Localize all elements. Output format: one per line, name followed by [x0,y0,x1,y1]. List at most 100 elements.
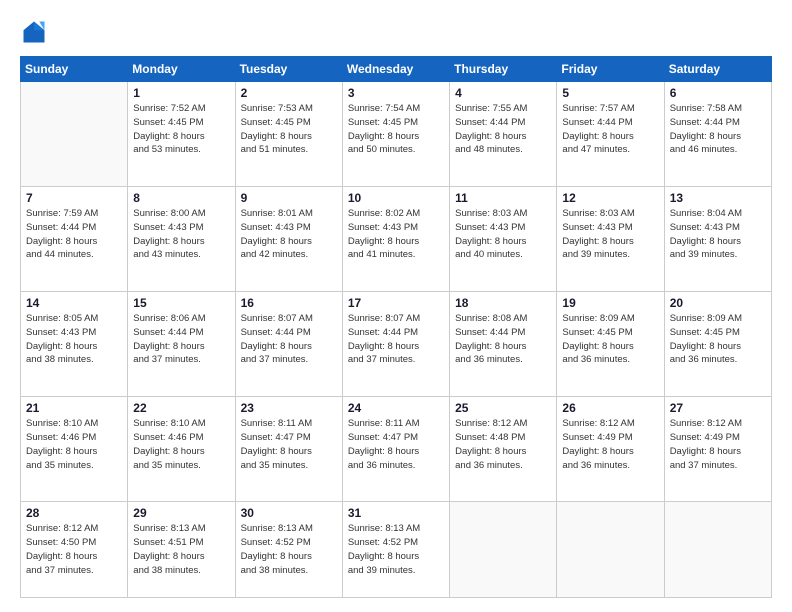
day-info: Sunrise: 8:04 AM Sunset: 4:43 PM Dayligh… [670,207,766,262]
calendar-header-row: SundayMondayTuesdayWednesdayThursdayFrid… [21,57,772,82]
day-info: Sunrise: 8:09 AM Sunset: 4:45 PM Dayligh… [670,312,766,367]
day-info: Sunrise: 8:13 AM Sunset: 4:51 PM Dayligh… [133,522,229,577]
calendar-table: SundayMondayTuesdayWednesdayThursdayFrid… [20,56,772,598]
day-number: 30 [241,506,337,520]
day-info: Sunrise: 8:06 AM Sunset: 4:44 PM Dayligh… [133,312,229,367]
day-info: Sunrise: 8:00 AM Sunset: 4:43 PM Dayligh… [133,207,229,262]
day-number: 2 [241,86,337,100]
day-number: 23 [241,401,337,415]
logo-icon [20,18,48,46]
day-info: Sunrise: 8:03 AM Sunset: 4:43 PM Dayligh… [562,207,658,262]
calendar-cell: 13 Sunrise: 8:04 AM Sunset: 4:43 PM Dayli… [664,187,771,292]
col-header-saturday: Saturday [664,57,771,82]
day-number: 29 [133,506,229,520]
day-number: 7 [26,191,122,205]
calendar-cell: 30 Sunrise: 8:13 AM Sunset: 4:52 PM Dayli… [235,502,342,598]
day-number: 24 [348,401,444,415]
day-number: 21 [26,401,122,415]
day-info: Sunrise: 7:59 AM Sunset: 4:44 PM Dayligh… [26,207,122,262]
day-number: 8 [133,191,229,205]
day-info: Sunrise: 8:05 AM Sunset: 4:43 PM Dayligh… [26,312,122,367]
day-number: 15 [133,296,229,310]
calendar-week-4: 28 Sunrise: 8:12 AM Sunset: 4:50 PM Dayli… [21,502,772,598]
col-header-friday: Friday [557,57,664,82]
calendar-cell: 9 Sunrise: 8:01 AM Sunset: 4:43 PM Daylig… [235,187,342,292]
calendar-cell: 10 Sunrise: 8:02 AM Sunset: 4:43 PM Dayli… [342,187,449,292]
day-number: 14 [26,296,122,310]
calendar-cell: 19 Sunrise: 8:09 AM Sunset: 4:45 PM Dayli… [557,292,664,397]
day-number: 17 [348,296,444,310]
calendar-cell: 14 Sunrise: 8:05 AM Sunset: 4:43 PM Dayli… [21,292,128,397]
day-info: Sunrise: 8:12 AM Sunset: 4:50 PM Dayligh… [26,522,122,577]
logo [20,18,52,46]
calendar-cell: 31 Sunrise: 8:13 AM Sunset: 4:52 PM Dayli… [342,502,449,598]
calendar-cell: 6 Sunrise: 7:58 AM Sunset: 4:44 PM Daylig… [664,82,771,187]
day-number: 6 [670,86,766,100]
day-info: Sunrise: 8:07 AM Sunset: 4:44 PM Dayligh… [241,312,337,367]
calendar-cell: 27 Sunrise: 8:12 AM Sunset: 4:49 PM Dayli… [664,397,771,502]
day-info: Sunrise: 8:02 AM Sunset: 4:43 PM Dayligh… [348,207,444,262]
day-number: 5 [562,86,658,100]
day-number: 27 [670,401,766,415]
day-info: Sunrise: 7:58 AM Sunset: 4:44 PM Dayligh… [670,102,766,157]
day-info: Sunrise: 8:12 AM Sunset: 4:49 PM Dayligh… [562,417,658,472]
calendar-cell: 1 Sunrise: 7:52 AM Sunset: 4:45 PM Daylig… [128,82,235,187]
day-info: Sunrise: 8:10 AM Sunset: 4:46 PM Dayligh… [133,417,229,472]
day-number: 9 [241,191,337,205]
day-info: Sunrise: 8:01 AM Sunset: 4:43 PM Dayligh… [241,207,337,262]
day-number: 1 [133,86,229,100]
calendar-cell: 2 Sunrise: 7:53 AM Sunset: 4:45 PM Daylig… [235,82,342,187]
calendar-cell: 4Sunrise: 7:55 AM Sunset: 4:44 PM Daylig… [450,82,557,187]
calendar-cell: 23 Sunrise: 8:11 AM Sunset: 4:47 PM Dayli… [235,397,342,502]
calendar-cell [557,502,664,598]
calendar-week-3: 21 Sunrise: 8:10 AM Sunset: 4:46 PM Dayli… [21,397,772,502]
col-header-monday: Monday [128,57,235,82]
calendar-cell: 28 Sunrise: 8:12 AM Sunset: 4:50 PM Dayli… [21,502,128,598]
calendar-cell: 16 Sunrise: 8:07 AM Sunset: 4:44 PM Dayli… [235,292,342,397]
calendar-cell: 11Sunrise: 8:03 AM Sunset: 4:43 PM Dayli… [450,187,557,292]
calendar-cell: 3 Sunrise: 7:54 AM Sunset: 4:45 PM Daylig… [342,82,449,187]
day-number: 16 [241,296,337,310]
day-info: Sunrise: 8:09 AM Sunset: 4:45 PM Dayligh… [562,312,658,367]
day-info: Sunrise: 7:57 AM Sunset: 4:44 PM Dayligh… [562,102,658,157]
day-number: 12 [562,191,658,205]
calendar-cell [21,82,128,187]
calendar-cell: 29 Sunrise: 8:13 AM Sunset: 4:51 PM Dayli… [128,502,235,598]
calendar-cell: 12 Sunrise: 8:03 AM Sunset: 4:43 PM Dayli… [557,187,664,292]
calendar-cell: 5 Sunrise: 7:57 AM Sunset: 4:44 PM Daylig… [557,82,664,187]
day-info: Sunrise: 8:13 AM Sunset: 4:52 PM Dayligh… [348,522,444,577]
day-info: Sunrise: 8:07 AM Sunset: 4:44 PM Dayligh… [348,312,444,367]
calendar-week-0: 1 Sunrise: 7:52 AM Sunset: 4:45 PM Daylig… [21,82,772,187]
header [20,18,772,46]
col-header-sunday: Sunday [21,57,128,82]
calendar-cell: 22Sunrise: 8:10 AM Sunset: 4:46 PM Dayli… [128,397,235,502]
day-number: 31 [348,506,444,520]
day-info: Sunrise: 8:13 AM Sunset: 4:52 PM Dayligh… [241,522,337,577]
day-number: 18 [455,296,551,310]
day-number: 3 [348,86,444,100]
calendar-cell: 24 Sunrise: 8:11 AM Sunset: 4:47 PM Dayli… [342,397,449,502]
day-info: Sunrise: 8:12 AM Sunset: 4:48 PM Dayligh… [455,417,551,472]
day-number: 28 [26,506,122,520]
calendar-cell: 18Sunrise: 8:08 AM Sunset: 4:44 PM Dayli… [450,292,557,397]
calendar-week-2: 14 Sunrise: 8:05 AM Sunset: 4:43 PM Dayli… [21,292,772,397]
day-number: 19 [562,296,658,310]
day-info: Sunrise: 7:54 AM Sunset: 4:45 PM Dayligh… [348,102,444,157]
day-info: Sunrise: 7:53 AM Sunset: 4:45 PM Dayligh… [241,102,337,157]
calendar-cell: 26Sunrise: 8:12 AM Sunset: 4:49 PM Dayli… [557,397,664,502]
col-header-tuesday: Tuesday [235,57,342,82]
day-number: 25 [455,401,551,415]
day-info: Sunrise: 8:03 AM Sunset: 4:43 PM Dayligh… [455,207,551,262]
day-info: Sunrise: 8:11 AM Sunset: 4:47 PM Dayligh… [348,417,444,472]
day-info: Sunrise: 8:11 AM Sunset: 4:47 PM Dayligh… [241,417,337,472]
day-number: 13 [670,191,766,205]
calendar-week-1: 7 Sunrise: 7:59 AM Sunset: 4:44 PM Daylig… [21,187,772,292]
page: SundayMondayTuesdayWednesdayThursdayFrid… [0,0,792,612]
day-info: Sunrise: 8:12 AM Sunset: 4:49 PM Dayligh… [670,417,766,472]
day-number: 10 [348,191,444,205]
calendar-cell: 17 Sunrise: 8:07 AM Sunset: 4:44 PM Dayli… [342,292,449,397]
calendar-cell [664,502,771,598]
calendar-cell: 15 Sunrise: 8:06 AM Sunset: 4:44 PM Dayli… [128,292,235,397]
day-info: Sunrise: 7:52 AM Sunset: 4:45 PM Dayligh… [133,102,229,157]
col-header-thursday: Thursday [450,57,557,82]
